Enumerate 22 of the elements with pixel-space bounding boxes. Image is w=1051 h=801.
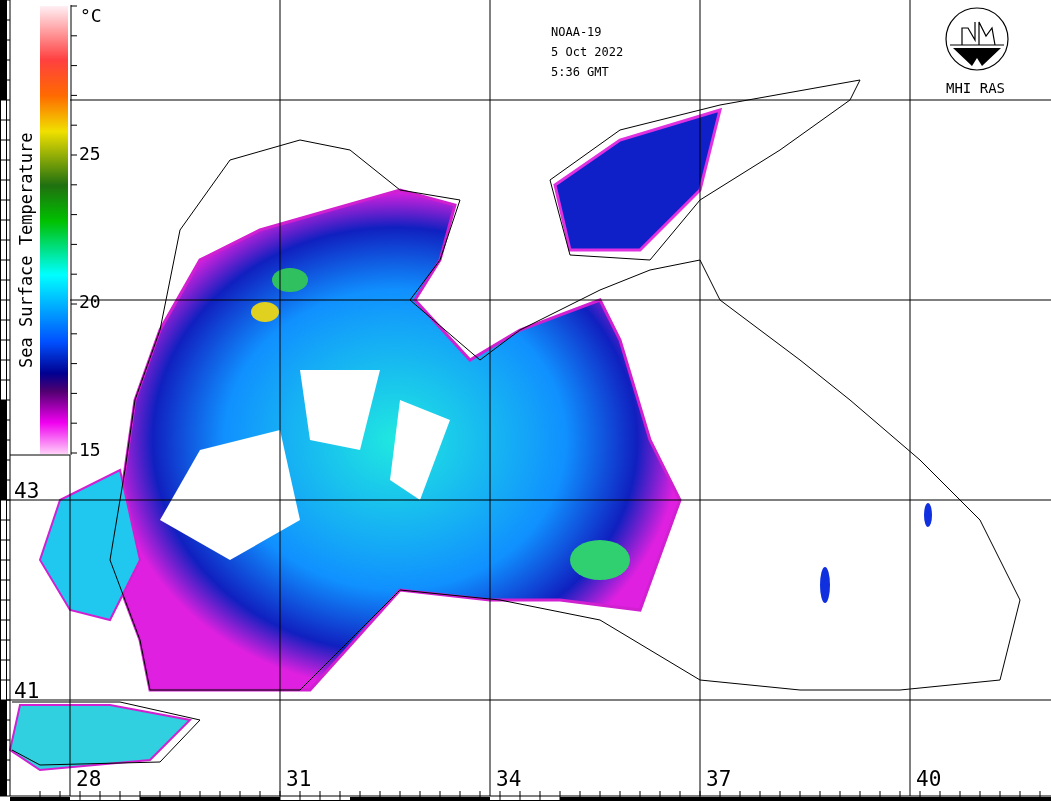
warm-spot: [272, 268, 308, 292]
temperature-patch: [924, 503, 932, 527]
scale-tick-label: 20: [79, 291, 101, 312]
longitude-label: 28: [76, 767, 102, 791]
latitude-label: 41: [14, 679, 40, 703]
satellite-name: NOAA-19: [551, 25, 602, 39]
scale-tick-label: 25: [79, 143, 101, 164]
longitude-label: 37: [706, 767, 732, 791]
temperature-patch: [820, 567, 830, 603]
unit-label: °C: [80, 5, 102, 26]
warm-spot: [251, 302, 279, 322]
warm-spot: [570, 540, 630, 580]
longitude-label: 31: [286, 767, 312, 791]
image-date: 5 Oct 2022: [551, 45, 624, 59]
longitude-label: 40: [916, 767, 942, 791]
longitude-label: 34: [496, 767, 522, 791]
legend-title: Sea Surface Temperature: [16, 132, 36, 368]
logo-label: MHI RAS: [946, 80, 1005, 96]
scale-tick-label: 15: [79, 439, 101, 460]
logo-icon: [945, 7, 1009, 71]
image-time: 5:36 GMT: [551, 65, 609, 79]
latitude-label: 43: [14, 479, 40, 503]
